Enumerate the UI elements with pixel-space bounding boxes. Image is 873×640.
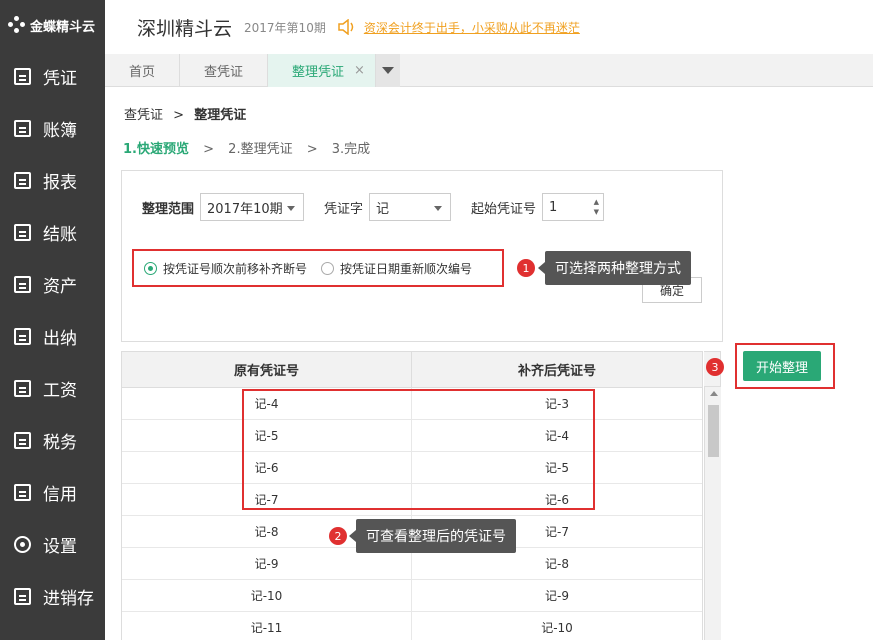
- radio-label[interactable]: 按凭证日期重新顺次编号: [340, 260, 472, 277]
- table-row: 记-11 记-10: [122, 612, 702, 640]
- callout-tooltip: 可查看整理后的凭证号: [349, 519, 516, 553]
- table-cell: 记-9: [545, 589, 569, 603]
- sidebar-item-assets[interactable]: 资产: [0, 258, 105, 310]
- step-1: 1.快速预览: [123, 142, 189, 157]
- sidebar-item-label: 资产: [43, 276, 77, 297]
- table-cell: 记-10: [541, 621, 573, 635]
- breadcrumb-current: 整理凭证: [194, 108, 247, 123]
- inventory-icon: [14, 587, 31, 605]
- notice-link[interactable]: 资深会计终于出手，小采购从此不再迷茫: [364, 19, 580, 36]
- sidebar-item-label: 税务: [43, 432, 77, 453]
- sidebar-item-cashier[interactable]: 出纳: [0, 310, 105, 362]
- word-select[interactable]: 记: [369, 193, 452, 221]
- tax-icon: [14, 431, 31, 449]
- radio-mode-date[interactable]: [321, 261, 335, 275]
- table-scrollbar[interactable]: [704, 387, 721, 640]
- table-header: 原有凭证号 补齐后凭证号: [122, 352, 702, 388]
- breadcrumb: 查凭证 > 整理凭证: [124, 104, 246, 123]
- word-value: 记: [376, 201, 390, 217]
- sidebar-item-salary[interactable]: 工资: [0, 362, 105, 414]
- logo[interactable]: 金蝶精斗云: [0, 0, 105, 50]
- radio-label[interactable]: 按凭证号顺次前移补齐断号: [163, 260, 307, 277]
- chevron-down-icon: [287, 206, 296, 211]
- step-sep: >: [203, 142, 215, 157]
- credit-icon: [14, 483, 31, 501]
- sidebar-item-label: 信用: [43, 484, 77, 505]
- step-sep: >: [306, 142, 318, 157]
- column-header: 补齐后凭证号: [517, 364, 596, 379]
- top-header: 深圳精斗云 2017年第10期 资深会计终于出手，小采购从此不再迷茫: [105, 0, 873, 54]
- column-header: 原有凭证号: [122, 352, 412, 387]
- speaker-icon: [338, 19, 354, 35]
- breadcrumb-sep: >: [173, 108, 185, 123]
- callout-badge: 3: [706, 358, 724, 376]
- step-indicator: 1.快速预览 > 2.整理凭证 > 3.完成: [123, 138, 370, 157]
- salary-icon: [14, 379, 31, 397]
- table-cell: 记-10: [122, 580, 412, 611]
- range-label: 整理范围: [142, 201, 195, 217]
- sidebar-item-tax[interactable]: 税务: [0, 414, 105, 466]
- ledger-icon: [14, 119, 31, 137]
- cashier-icon: [14, 327, 31, 345]
- highlight-box: [242, 389, 595, 510]
- callout-badge: 1: [517, 259, 535, 277]
- period-label: 2017年第10期: [244, 20, 326, 35]
- tab-home[interactable]: 首页: [105, 54, 181, 87]
- sidebar-item-label: 结账: [43, 224, 77, 245]
- range-value: 2017年10期: [207, 201, 283, 217]
- scroll-thumb[interactable]: [708, 405, 719, 457]
- sidebar-item-ledger[interactable]: 账簿: [0, 102, 105, 154]
- chevron-down-icon[interactable]: [375, 54, 400, 87]
- report-icon: [14, 171, 31, 189]
- tab-bar: 首页 查凭证 整理凭证 ×: [105, 54, 873, 87]
- step-3: 3.完成: [331, 142, 371, 157]
- sidebar-item-voucher[interactable]: 凭证: [0, 50, 105, 102]
- step-2: 2.整理凭证: [228, 142, 293, 157]
- sidebar-item-credit[interactable]: 信用: [0, 466, 105, 518]
- tab-label: 查凭证: [204, 65, 244, 80]
- start-number-stepper[interactable]: 1 ▲ ▼: [542, 193, 605, 221]
- chevron-down-icon: [434, 206, 443, 211]
- sidebar-item-settings[interactable]: 设置: [0, 518, 105, 570]
- sidebar-item-inventory[interactable]: 进销存: [0, 570, 105, 622]
- word-label: 凭证字: [324, 201, 364, 217]
- sidebar-item-label: 凭证: [43, 68, 77, 89]
- sidebar-item-label: 报表: [43, 172, 77, 193]
- stepper-arrows-icon[interactable]: ▲ ▼: [594, 197, 599, 217]
- callout-tooltip: 可选择两种整理方式: [538, 251, 691, 285]
- breadcrumb-parent[interactable]: 查凭证: [124, 108, 163, 123]
- tab-label: 首页: [129, 65, 156, 80]
- start-label: 起始凭证号: [471, 201, 537, 217]
- start-value: 1: [549, 199, 558, 215]
- sidebar-item-label: 进销存: [43, 588, 94, 609]
- sidebar-item-label: 出纳: [43, 328, 77, 349]
- logo-icon: [8, 16, 26, 34]
- voucher-icon: [14, 67, 31, 85]
- tab-organize-voucher[interactable]: 整理凭证 ×: [268, 54, 376, 87]
- radio-mode-shift[interactable]: [144, 261, 157, 275]
- sidebar-item-closing[interactable]: 结账: [0, 206, 105, 258]
- table-row: 记-10 记-9: [122, 580, 702, 612]
- sidebar-item-label: 账簿: [43, 120, 77, 141]
- company-name[interactable]: 深圳精斗云: [137, 14, 232, 41]
- start-organize-button[interactable]: 开始整理: [743, 351, 821, 381]
- logo-text: 金蝶精斗云: [30, 19, 96, 35]
- mode-radio-group: 按凭证号顺次前移补齐断号 按凭证日期重新顺次编号: [132, 249, 504, 287]
- sidebar-item-label: 工资: [43, 380, 77, 401]
- table-cell: 记-11: [122, 612, 412, 640]
- range-select[interactable]: 2017年10期: [200, 193, 305, 221]
- form-row: 整理范围 2017年10期 凭证字 记 起始凭证号 1 ▲ ▼: [142, 193, 605, 221]
- sidebar-item-reports[interactable]: 报表: [0, 154, 105, 206]
- sidebar: 金蝶精斗云 凭证 账簿 报表 结账 资产 出纳 工资 税务 信用 设置 进销存: [0, 0, 105, 640]
- asset-icon: [14, 275, 31, 293]
- tab-view-voucher[interactable]: 查凭证: [180, 54, 269, 87]
- check-icon: [14, 223, 31, 241]
- sidebar-item-label: 设置: [43, 536, 77, 557]
- gear-icon: [14, 535, 31, 553]
- callout-badge: 2: [329, 527, 347, 545]
- close-icon[interactable]: ×: [354, 63, 365, 78]
- scroll-up-icon[interactable]: [710, 391, 718, 396]
- tab-label: 整理凭证: [292, 65, 345, 80]
